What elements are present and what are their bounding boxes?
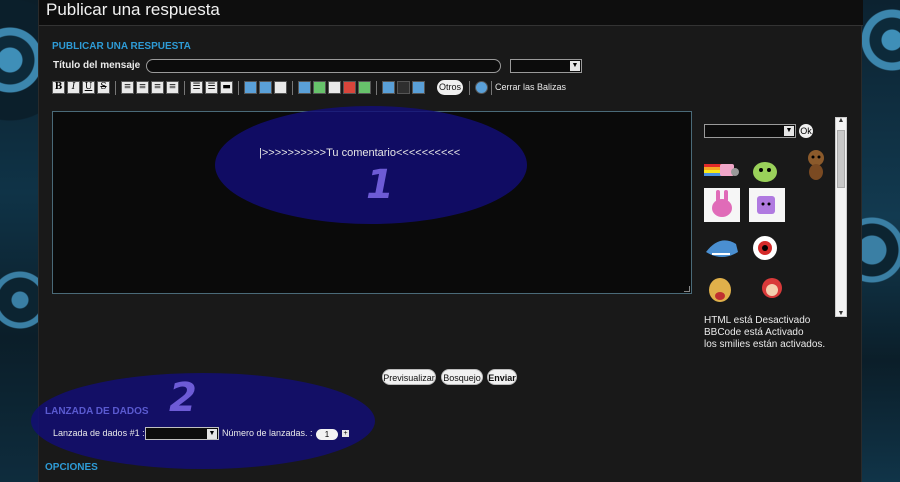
smiley-bunny-icon[interactable] xyxy=(704,188,740,222)
left-background-decoration xyxy=(0,0,40,482)
right-background-decoration xyxy=(862,0,900,482)
chevron-down-icon: ▼ xyxy=(784,126,794,136)
scroll-down-icon[interactable]: ▼ xyxy=(836,310,846,317)
send-button[interactable]: Enviar xyxy=(487,369,517,385)
chevron-down-icon: ▼ xyxy=(207,429,217,439)
dice-section-title: LANZADA DE DADOS xyxy=(45,406,149,417)
subject-input[interactable] xyxy=(146,59,501,73)
toolbar-divider xyxy=(469,81,470,95)
smiley-toast-icon[interactable] xyxy=(749,188,785,222)
smiley-green-creature-icon[interactable] xyxy=(749,158,785,192)
list-bullet-button[interactable]: ☰ xyxy=(190,81,203,94)
chevron-down-icon: ▼ xyxy=(570,61,580,71)
video-icon[interactable] xyxy=(358,81,371,94)
draft-button[interactable]: Bosquejo xyxy=(441,369,483,385)
scrollbar-thumb[interactable] xyxy=(837,130,845,188)
strike-button[interactable]: S xyxy=(97,81,110,94)
image-icon[interactable] xyxy=(298,81,311,94)
rolls-label: Número de lanzadas. : xyxy=(222,428,313,438)
preview-button[interactable]: Previsualizar xyxy=(382,369,436,385)
align-right-button[interactable]: ≡ xyxy=(151,81,164,94)
redo-icon[interactable] xyxy=(259,81,272,94)
toolbar-divider xyxy=(184,81,185,95)
smilies-status: los smilies están activados. xyxy=(704,339,826,350)
list-number-button[interactable]: ☰ xyxy=(205,81,218,94)
bold-button[interactable]: B xyxy=(52,81,65,94)
smilies-category-select[interactable]: ▼ xyxy=(704,124,796,138)
resize-handle[interactable] xyxy=(684,286,690,292)
otros-button[interactable]: Otros xyxy=(437,80,463,95)
smilies-ok-button[interactable]: Ok xyxy=(799,124,813,138)
bbcode-status: BBCode está Activado xyxy=(704,327,804,338)
reply-panel: Publicar una respuesta PUBLICAR UNA RESP… xyxy=(31,0,863,482)
html-status: HTML está Desactivado xyxy=(704,315,811,326)
annotation-number-2: 2 xyxy=(169,375,197,421)
smilies-select-arrow: ▼ xyxy=(783,125,795,137)
dice-select[interactable]: ▼ xyxy=(145,427,219,440)
smiley-dog-icon[interactable] xyxy=(704,272,740,306)
scroll-up-icon[interactable]: ▲ xyxy=(836,117,846,124)
justify-button[interactable]: ≡ xyxy=(166,81,179,94)
font-color-icon[interactable] xyxy=(382,81,395,94)
options-section-title: OPCIONES xyxy=(45,462,98,473)
dice-label: Lanzada de dados #1 : xyxy=(53,428,145,438)
editor-content: |>>>>>>>>>>Tu comentario<<<<<<<<<< xyxy=(259,147,461,159)
background-color-icon[interactable] xyxy=(397,81,410,94)
table-icon[interactable] xyxy=(313,81,326,94)
hr-button[interactable]: ▬ xyxy=(220,81,233,94)
toolbar-divider xyxy=(491,81,492,95)
italic-button[interactable]: I xyxy=(67,81,80,94)
rolls-count-input[interactable]: 1 xyxy=(316,429,338,440)
underline-button[interactable]: U xyxy=(82,81,95,94)
subject-label: Título del mensaje xyxy=(53,60,141,71)
toolbar-divider xyxy=(376,81,377,95)
undo-icon[interactable] xyxy=(244,81,257,94)
close-tags-button[interactable]: Cerrar las Balizas xyxy=(495,82,566,92)
link-icon[interactable] xyxy=(328,81,341,94)
smiley-eyeball-icon[interactable] xyxy=(749,230,785,264)
align-left-button[interactable]: ≡ xyxy=(121,81,134,94)
page-header: Publicar una respuesta xyxy=(39,0,863,26)
smiley-shark-icon[interactable] xyxy=(704,232,740,266)
toolbar-divider xyxy=(292,81,293,95)
post-section-title: PUBLICAR UNA RESPUESTA xyxy=(52,41,191,52)
quote-icon[interactable] xyxy=(274,81,287,94)
post-icon-select[interactable]: ▼ xyxy=(510,59,582,73)
align-center-button[interactable]: ≡ xyxy=(136,81,149,94)
font-size-icon[interactable] xyxy=(412,81,425,94)
toolbar-divider xyxy=(115,81,116,95)
flash-icon[interactable] xyxy=(343,81,356,94)
smilies-scrollbar[interactable]: ▲ ▼ xyxy=(835,117,847,317)
page-title: Publicar una respuesta xyxy=(46,0,220,19)
add-roll-button[interactable]: + xyxy=(342,430,349,437)
smiley-red-girl-icon[interactable] xyxy=(757,274,793,308)
annotation-oval-2 xyxy=(31,373,375,469)
annotation-number-1: 1 xyxy=(366,162,394,208)
help-icon[interactable] xyxy=(475,81,488,94)
toolbar-divider xyxy=(238,81,239,95)
